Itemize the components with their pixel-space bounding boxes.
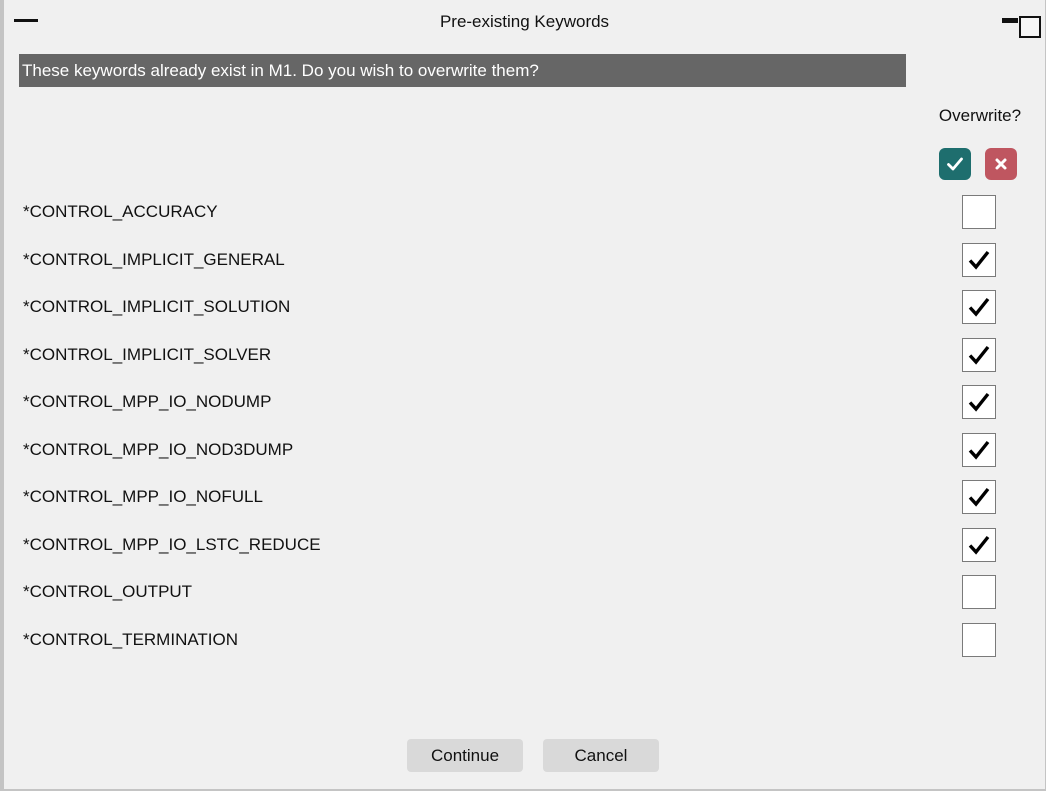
checkmark-icon xyxy=(968,535,990,555)
keyword-label: *CONTROL_MPP_IO_LSTC_REDUCE xyxy=(23,534,321,554)
checkmark-icon xyxy=(968,297,990,317)
window-title: Pre-existing Keywords xyxy=(439,12,610,31)
overwrite-checkbox[interactable] xyxy=(962,622,996,657)
overwrite-checkbox[interactable] xyxy=(962,480,996,514)
keyword-label: *CONTROL_IMPLICIT_SOLUTION xyxy=(23,297,291,316)
overwrite-checkbox[interactable] xyxy=(962,337,996,372)
overwrite-column-header: Overwrite? xyxy=(938,106,1022,125)
checkmark-icon xyxy=(968,487,990,507)
deselect-all-button[interactable] xyxy=(985,148,1017,180)
checkmark-icon xyxy=(968,392,990,412)
select-all-button[interactable] xyxy=(939,148,971,180)
continue-button[interactable]: Continue xyxy=(407,739,523,772)
keyword-label: *CONTROL_MPP_IO_NODUMP xyxy=(23,392,272,411)
message-banner: These keywords already exist in M1. Do y… xyxy=(19,54,906,87)
keyword-label: *CONTROL_MPP_IO_NOFULL xyxy=(23,487,263,506)
keyword-label: *CONTROL_ACCURACY xyxy=(23,202,218,221)
pre-existing-keywords-dialog: Pre-existing Keywords These keywords alr… xyxy=(0,0,1046,791)
keyword-label: *CONTROL_OUTPUT xyxy=(23,582,193,601)
overwrite-checkbox[interactable] xyxy=(962,527,996,562)
keyword-label: *CONTROL_MPP_IO_NOD3DUMP xyxy=(23,439,294,459)
keyword-label: *CONTROL_IMPLICIT_GENERAL xyxy=(23,249,285,269)
checkmark-icon xyxy=(968,250,990,270)
overwrite-checkbox[interactable] xyxy=(962,575,996,609)
overwrite-checkbox[interactable] xyxy=(962,385,996,419)
checkmark-icon xyxy=(968,345,990,365)
overwrite-checkbox[interactable] xyxy=(962,195,996,229)
keyword-label: *CONTROL_IMPLICIT_SOLVER xyxy=(23,344,272,364)
cancel-button[interactable]: Cancel xyxy=(543,739,659,772)
checkmark-icon xyxy=(968,440,990,460)
check-icon xyxy=(947,157,963,171)
overwrite-checkbox[interactable] xyxy=(962,242,996,277)
overwrite-checkbox[interactable] xyxy=(962,432,996,467)
keyword-label: *CONTROL_TERMINATION xyxy=(23,629,239,649)
restore-icon[interactable] xyxy=(1002,14,1042,40)
cross-icon xyxy=(995,158,1007,170)
title-bar: Pre-existing Keywords xyxy=(4,0,1045,42)
overwrite-checkbox[interactable] xyxy=(962,290,996,324)
